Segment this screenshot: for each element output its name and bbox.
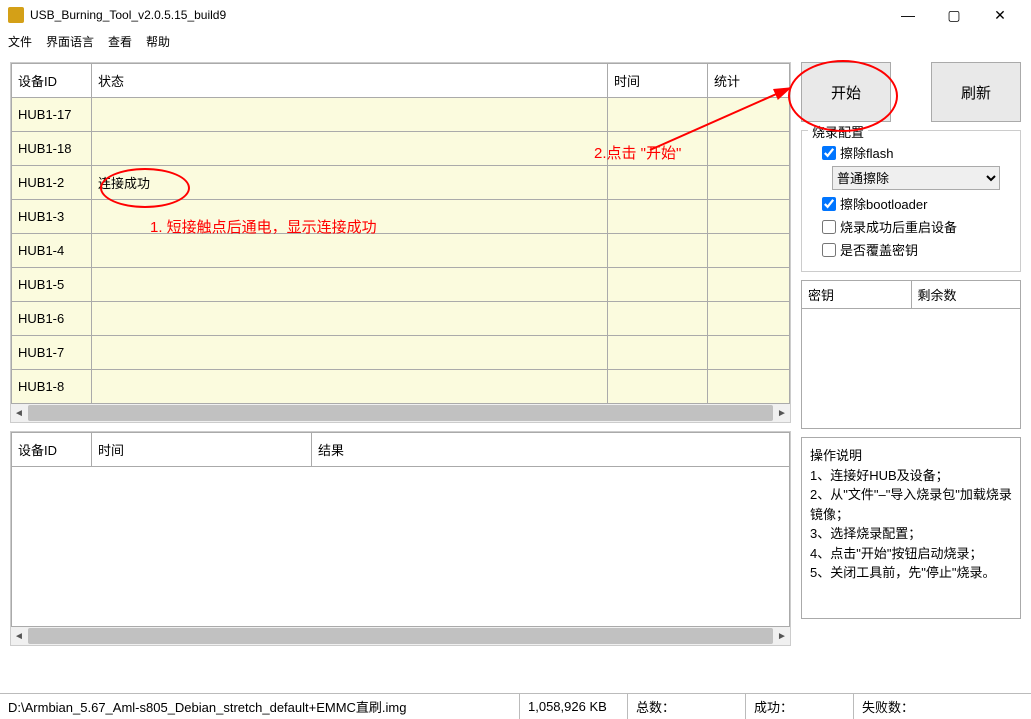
instruction-line: 1、连接好HUB及设备； <box>810 466 1012 486</box>
device-table-hscroll[interactable]: ◄► <box>11 404 790 422</box>
erase-flash-label: 擦除flash <box>840 143 893 162</box>
erase-bootloader-label: 擦除bootloader <box>840 194 927 213</box>
table-row[interactable]: HUB1-2连接成功 <box>12 166 790 200</box>
overwrite-key-checkbox[interactable] <box>822 243 836 257</box>
refresh-button[interactable]: 刷新 <box>931 62 1021 122</box>
status-size: 1,058,926 KB <box>520 694 628 719</box>
cell-time <box>608 268 708 302</box>
result-table-hscroll[interactable]: ◄► <box>11 627 790 645</box>
cell-status <box>92 336 608 370</box>
cell-time <box>608 132 708 166</box>
col-result-result[interactable]: 结果 <box>312 433 790 467</box>
menu-file[interactable]: 文件 <box>8 33 32 50</box>
cell-status <box>92 370 608 404</box>
cell-id: HUB1-2 <box>12 166 92 200</box>
reboot-after-checkbox[interactable] <box>822 220 836 234</box>
maximize-button[interactable]: ▢ <box>931 0 977 30</box>
status-success: 成功： <box>746 694 854 719</box>
erase-bootloader-checkbox[interactable] <box>822 197 836 211</box>
table-row[interactable]: HUB1-18 <box>12 132 790 166</box>
col-result-id[interactable]: 设备ID <box>12 433 92 467</box>
col-status[interactable]: 状态 <box>92 64 608 98</box>
status-fail: 失败数： <box>854 694 1031 719</box>
table-row[interactable]: HUB1-6 <box>12 302 790 336</box>
cell-stats <box>708 268 790 302</box>
col-result-time[interactable]: 时间 <box>92 433 312 467</box>
config-title: 烧录配置 <box>808 122 868 141</box>
menu-help[interactable]: 帮助 <box>146 33 170 50</box>
erase-mode-select[interactable]: 普通擦除 <box>832 166 1000 190</box>
cell-status <box>92 98 608 132</box>
key-table-body <box>801 309 1021 429</box>
window-title: USB_Burning_Tool_v2.0.5.15_build9 <box>30 8 885 22</box>
col-device-id[interactable]: 设备ID <box>12 64 92 98</box>
col-stats[interactable]: 统计 <box>708 64 790 98</box>
cell-id: HUB1-5 <box>12 268 92 302</box>
cell-id: HUB1-18 <box>12 132 92 166</box>
cell-status: 连接成功 <box>92 166 608 200</box>
cell-stats <box>708 132 790 166</box>
cell-status <box>92 234 608 268</box>
cell-id: HUB1-7 <box>12 336 92 370</box>
cell-time <box>608 336 708 370</box>
cell-time <box>608 370 708 404</box>
status-total: 总数： <box>628 694 746 719</box>
key-col-remain: 剩余数 <box>911 281 1021 309</box>
table-row[interactable]: HUB1-8 <box>12 370 790 404</box>
cell-id: HUB1-6 <box>12 302 92 336</box>
menu-language[interactable]: 界面语言 <box>46 33 94 50</box>
cell-time <box>608 234 708 268</box>
result-table: 设备ID 时间 结果 <box>11 432 790 467</box>
minimize-button[interactable]: — <box>885 0 931 30</box>
instruction-line: 3、选择烧录配置； <box>810 524 1012 544</box>
instruction-line: 4、点击"开始"按钮启动烧录； <box>810 544 1012 564</box>
status-bar: D:\Armbian_5.67_Aml-s805_Debian_stretch_… <box>0 693 1031 719</box>
status-path: D:\Armbian_5.67_Aml-s805_Debian_stretch_… <box>0 694 520 719</box>
close-button[interactable]: ✕ <box>977 0 1023 30</box>
key-panel: 密钥 剩余数 <box>801 280 1021 429</box>
burn-config-panel: 烧录配置 擦除flash 普通擦除 擦除bootloader 烧录成功后重启设备… <box>801 130 1021 272</box>
cell-stats <box>708 370 790 404</box>
cell-id: HUB1-17 <box>12 98 92 132</box>
cell-stats <box>708 336 790 370</box>
start-button[interactable]: 开始 <box>801 62 891 122</box>
cell-stats <box>708 98 790 132</box>
reboot-after-label: 烧录成功后重启设备 <box>840 217 957 236</box>
table-row[interactable]: HUB1-7 <box>12 336 790 370</box>
col-time[interactable]: 时间 <box>608 64 708 98</box>
key-col-key: 密钥 <box>802 281 912 309</box>
table-row[interactable]: HUB1-5 <box>12 268 790 302</box>
instruction-line: 2、从"文件"–"导入烧录包"加载烧录镜像； <box>810 485 1012 524</box>
erase-flash-checkbox[interactable] <box>822 146 836 160</box>
cell-time <box>608 200 708 234</box>
instructions-panel: 操作说明 1、连接好HUB及设备； 2、从"文件"–"导入烧录包"加载烧录镜像；… <box>801 437 1021 619</box>
menu-view[interactable]: 查看 <box>108 33 132 50</box>
cell-status <box>92 302 608 336</box>
cell-status <box>92 132 608 166</box>
cell-id: HUB1-4 <box>12 234 92 268</box>
table-row[interactable]: HUB1-17 <box>12 98 790 132</box>
cell-time <box>608 302 708 336</box>
cell-id: HUB1-8 <box>12 370 92 404</box>
table-row[interactable]: HUB1-4 <box>12 234 790 268</box>
cell-stats <box>708 302 790 336</box>
instruction-line: 5、关闭工具前，先"停止"烧录。 <box>810 563 1012 583</box>
cell-status <box>92 268 608 302</box>
overwrite-key-label: 是否覆盖密钥 <box>840 240 918 259</box>
instructions-title: 操作说明 <box>810 446 1012 466</box>
cell-time <box>608 98 708 132</box>
app-icon <box>8 7 24 23</box>
cell-stats <box>708 200 790 234</box>
device-table: 设备ID 状态 时间 统计 HUB1-17HUB1-18HUB1-2连接成功HU… <box>11 63 790 404</box>
cell-time <box>608 166 708 200</box>
cell-stats <box>708 234 790 268</box>
cell-id: HUB1-3 <box>12 200 92 234</box>
cell-stats <box>708 166 790 200</box>
result-table-body <box>11 467 790 627</box>
table-row[interactable]: HUB1-3 <box>12 200 790 234</box>
cell-status <box>92 200 608 234</box>
